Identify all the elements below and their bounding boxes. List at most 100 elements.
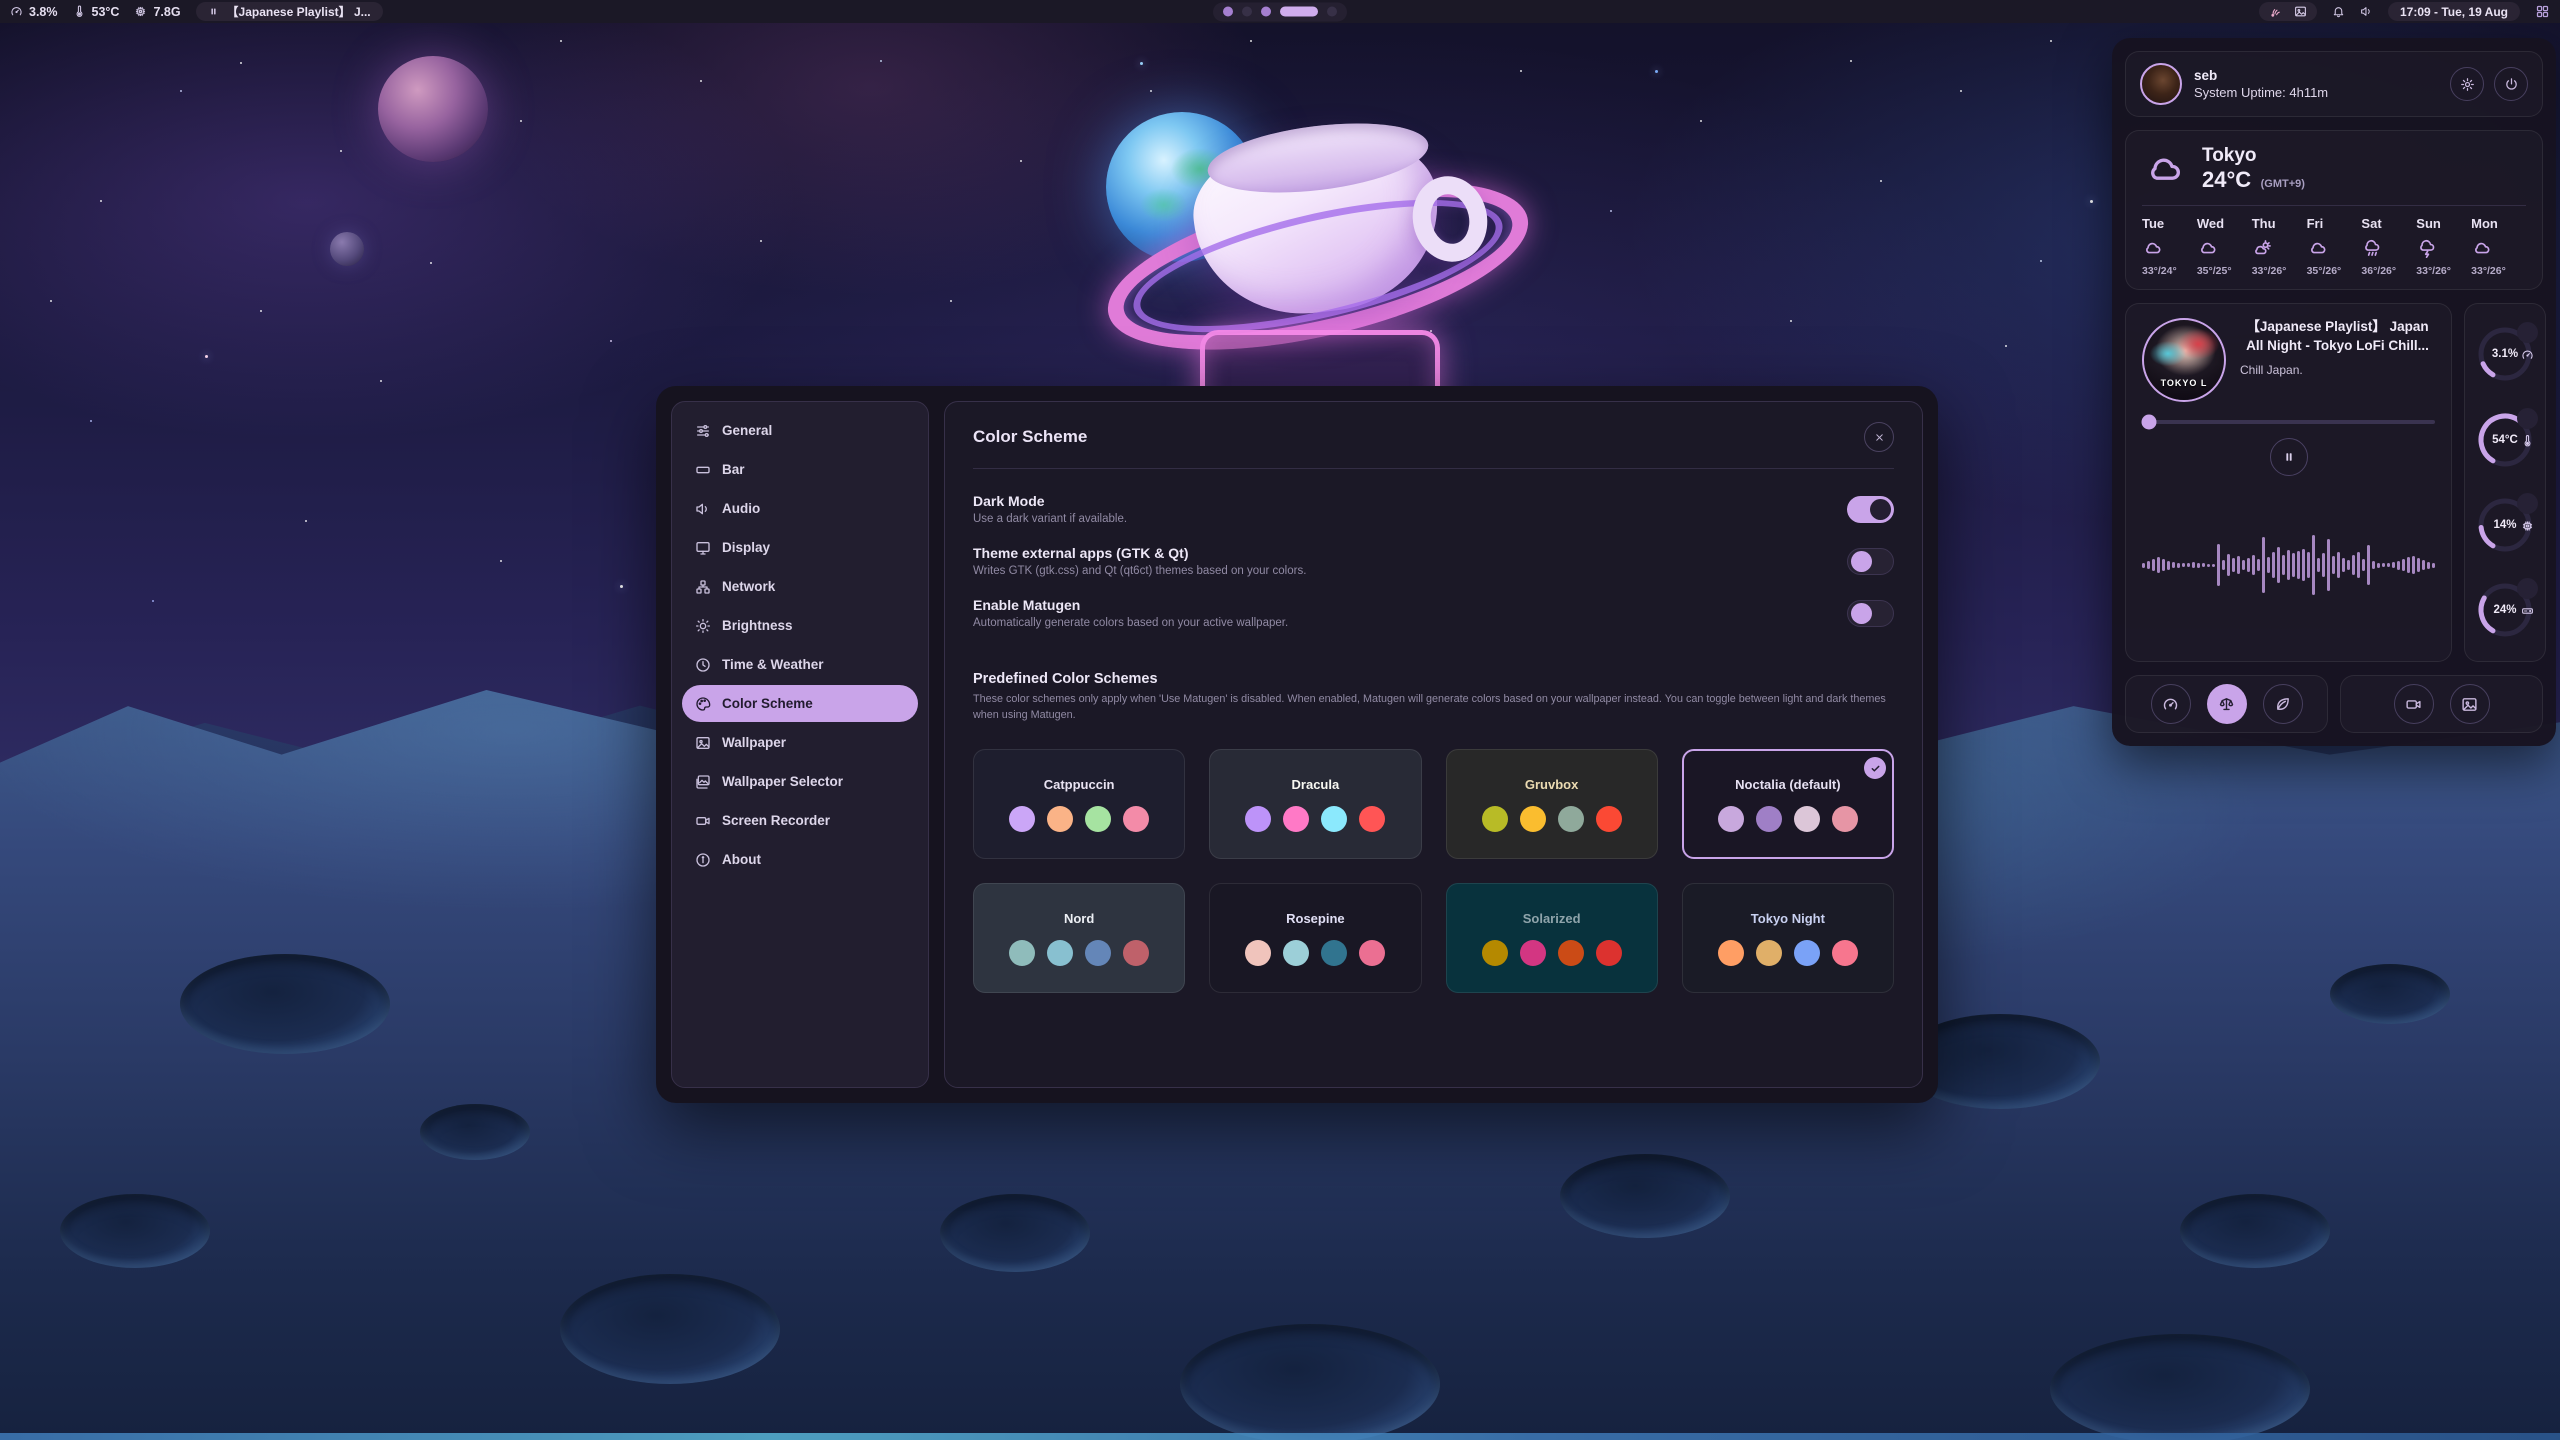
scheme-name: Catppuccin [1044, 777, 1115, 792]
performance-mode-button[interactable] [2151, 684, 2191, 724]
cloud-icon [2142, 238, 2164, 258]
tray-app-icon[interactable] [2269, 5, 2282, 18]
setting-title: Dark Mode [973, 493, 1127, 509]
media-player-card: TOKYO L 【Japanese Playlist】 Japan All Ni… [2125, 303, 2452, 662]
thermometer-icon [73, 5, 86, 18]
workspace-pill[interactable] [1280, 7, 1318, 17]
sidebar-item-label: General [722, 423, 772, 438]
crater [1560, 1154, 1730, 1238]
audio-visualizer [2142, 484, 2435, 647]
sidebar-item-network[interactable]: Network [682, 568, 918, 605]
setting-row-theme-external: Theme external apps (GTK & Qt) Writes GT… [973, 545, 1894, 577]
sidebar-item-brightness[interactable]: Brightness [682, 607, 918, 644]
scheme-card-rosepine[interactable]: Rosepine [1209, 883, 1421, 993]
sidebar-item-label: Network [722, 579, 775, 594]
scheme-card-catppuccin[interactable]: Catppuccin [973, 749, 1185, 859]
scheme-card-dracula[interactable]: Dracula [1209, 749, 1421, 859]
forecast-day: Mon 33°/26° [2471, 216, 2526, 277]
sidebar-item-audio[interactable]: Audio [682, 490, 918, 527]
crater [180, 954, 390, 1054]
sidebar-item-label: Screen Recorder [722, 813, 830, 828]
sidebar-item-wallpaper[interactable]: Wallpaper [682, 724, 918, 761]
memory-value: 7.8G [153, 5, 180, 19]
balanced-mode-button[interactable] [2207, 684, 2247, 724]
terrain-glow [0, 1433, 2560, 1440]
tune-icon [695, 423, 711, 439]
cpu-usage-indicator[interactable]: 3.8% [10, 5, 58, 19]
sidebar-item-about[interactable]: About [682, 841, 918, 878]
weather-city: Tokyo [2202, 145, 2305, 167]
scheme-name: Dracula [1292, 777, 1340, 792]
color-swatch [1832, 806, 1858, 832]
settings-button[interactable] [2450, 67, 2484, 101]
theme-external-apps-toggle[interactable] [1847, 548, 1894, 575]
setting-title: Enable Matugen [973, 597, 1288, 613]
scales-icon [2218, 696, 2235, 713]
sidebar-item-label: Color Scheme [722, 696, 813, 711]
sidebar-item-color-scheme[interactable]: Color Scheme [682, 685, 918, 722]
temperature-indicator[interactable]: 53°C [73, 5, 120, 19]
setting-row-matugen: Enable Matugen Automatically generate co… [973, 597, 1894, 629]
info-icon [695, 852, 711, 868]
clock-label: 17:09 - Tue, 19 Aug [2400, 5, 2508, 19]
color-swatch [1596, 806, 1622, 832]
album-art[interactable]: TOKYO L [2142, 318, 2226, 402]
enable-matugen-toggle[interactable] [1847, 600, 1894, 627]
progress-knob[interactable] [2141, 414, 2156, 429]
media-pill[interactable]: 【Japanese Playlist】 J... [196, 2, 383, 21]
volume-icon[interactable] [2360, 5, 2373, 18]
sidebar-item-time-weather[interactable]: Time & Weather [682, 646, 918, 683]
workspace-dot[interactable] [1223, 7, 1233, 17]
memory-indicator[interactable]: 7.8G [134, 5, 180, 19]
sidebar-item-display[interactable]: Display [682, 529, 918, 566]
cloud-icon [2142, 149, 2188, 189]
screen-recorder-button[interactable] [2394, 684, 2434, 724]
color-swatch [1794, 806, 1820, 832]
scheme-card-tokyo-night[interactable]: Tokyo Night [1682, 883, 1894, 993]
scheme-card-nord[interactable]: Nord [973, 883, 1185, 993]
user-actions [2450, 67, 2528, 101]
color-swatch [1359, 806, 1385, 832]
workspace-dot[interactable] [1242, 7, 1252, 17]
clock-pill[interactable]: 17:09 - Tue, 19 Aug [2388, 2, 2520, 21]
workspace-dot[interactable] [1327, 7, 1337, 17]
scheme-card-solarized[interactable]: Solarized [1446, 883, 1658, 993]
app-launcher-icon[interactable] [2535, 4, 2550, 19]
close-button[interactable] [1864, 422, 1894, 452]
sidebar-item-general[interactable]: General [682, 412, 918, 449]
media-progress-bar[interactable] [2142, 420, 2435, 424]
scheme-card-gruvbox[interactable]: Gruvbox [1446, 749, 1658, 859]
power-saver-mode-button[interactable] [2263, 684, 2303, 724]
color-swatch [1245, 806, 1271, 832]
divider [973, 468, 1894, 469]
wallpaper-button[interactable] [2450, 684, 2490, 724]
pause-icon [2282, 450, 2296, 464]
cpu-usage-value: 3.8% [29, 5, 58, 19]
sidebar-item-label: Audio [722, 501, 760, 516]
track-artist: Chill Japan. [2240, 363, 2435, 377]
sidebar-item-wallpaper-selector[interactable]: Wallpaper Selector [682, 763, 918, 800]
day-label: Sun [2416, 216, 2471, 231]
image-icon [695, 735, 711, 751]
cloud-icon [2307, 238, 2329, 258]
scheme-card-noctalia[interactable]: Noctalia (default) [1682, 749, 1894, 859]
workspace-indicator[interactable] [1213, 2, 1347, 21]
dark-mode-toggle[interactable] [1847, 496, 1894, 523]
section-description: These color schemes only apply when 'Use… [973, 692, 1894, 723]
stat-gauge-cpu: 3.1% [2476, 325, 2534, 383]
sidebar-item-bar[interactable]: Bar [682, 451, 918, 488]
color-swatch [1283, 940, 1309, 966]
notifications-bell-icon[interactable] [2332, 5, 2345, 18]
tray-image-icon[interactable] [2294, 5, 2307, 18]
color-swatch [1832, 940, 1858, 966]
power-button[interactable] [2494, 67, 2528, 101]
sun-cloud-icon [2252, 238, 2274, 258]
color-swatch [1085, 940, 1111, 966]
network-icon [695, 579, 711, 595]
sidebar-item-screen-recorder[interactable]: Screen Recorder [682, 802, 918, 839]
workspace-dot[interactable] [1261, 7, 1271, 17]
bar-icon [695, 462, 711, 478]
sidebar-item-label: Bar [722, 462, 745, 477]
pause-button[interactable] [2270, 438, 2308, 476]
color-swatch [1558, 940, 1584, 966]
